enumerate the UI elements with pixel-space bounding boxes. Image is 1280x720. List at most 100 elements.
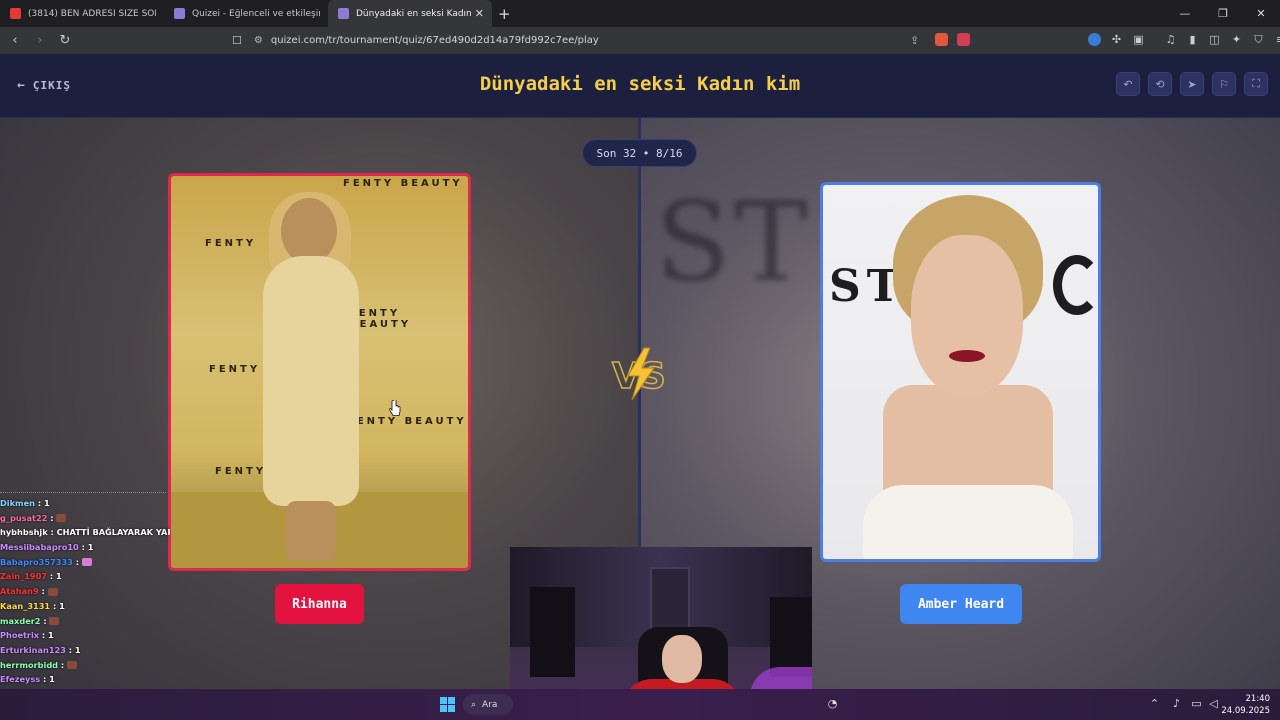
backdrop-text: FENTY BEAUTY (343, 178, 463, 189)
toolbar-extensions: ✣ ▣ ♫ ▮ ◫ ✦ ⛉ ≡ (1088, 33, 1280, 47)
send-icon[interactable]: ➤ (1180, 72, 1204, 96)
chat-text: CHATTİ BAĞLAYARAK YAP (56, 527, 170, 538)
leo-ai-icon[interactable]: ✦ (1230, 33, 1243, 46)
chat-text: 1 (49, 674, 55, 685)
chevron-up-icon[interactable]: ⌃ (1147, 697, 1162, 712)
chat-username: Phoetrix (0, 630, 40, 641)
site-settings-icon[interactable]: ⚙ (254, 35, 263, 46)
hand-cursor-icon (389, 400, 401, 416)
network-icon[interactable]: ▭ (1189, 697, 1204, 712)
chat-username: Kaan_3131 (0, 600, 51, 611)
brave-rewards-icon[interactable] (957, 33, 970, 46)
chat-username: g_pusat22 (0, 512, 48, 523)
backdrop-text: FENTY BEAUTY (349, 308, 412, 330)
chat-colon: : (40, 674, 50, 685)
taskbar-search[interactable]: ⌕ Ara (463, 694, 513, 715)
puzzle-icon[interactable]: ✣ (1110, 33, 1123, 46)
windows-taskbar: ⌕ Ara ◔ ⌃ ♪ ▭ ◁ 21:40 24.09.2025 (0, 689, 1280, 720)
choose-left-button[interactable]: Rihanna (275, 584, 364, 624)
taskbar-app-icon[interactable]: ◔ (825, 697, 840, 712)
chat-colon: : (58, 659, 68, 670)
minimize-icon[interactable]: — (1166, 0, 1204, 27)
chat-message: Messiibabapro10 : 1 (0, 542, 170, 557)
quizei-favicon-icon (338, 8, 349, 19)
chat-username: Efezeyss (0, 674, 41, 685)
chat-message: Babapro357333 : (0, 557, 170, 572)
sidebar-icon[interactable]: ▮ (1186, 33, 1199, 46)
tab-title: Dünyadaki en seksi Kadın kim - Q (356, 8, 471, 19)
tab-quiz-play[interactable]: Dünyadaki en seksi Kadın kim - Q ✕ (328, 0, 492, 27)
close-tab-icon[interactable]: ✕ (475, 7, 484, 20)
chat-message: g_pusat22 : (0, 513, 170, 528)
fullscreen-icon[interactable]: ⛶ (1244, 72, 1268, 96)
quiz-header: ← ÇIKIŞ Dünyadaki en seksi Kadın kim ↶ ⟲… (0, 54, 1280, 118)
volume-icon[interactable]: ◁ (1206, 697, 1221, 712)
chat-message: maxder2 : (0, 616, 170, 631)
tab-youtube[interactable]: (3814) BEN ADRESİ SİZE SORMADIM (0, 0, 164, 27)
backdrop-text: FENTY BEAUTY (347, 416, 467, 427)
chat-text: 1 (55, 571, 62, 582)
chat-colon: : (50, 600, 60, 611)
chat-message: Phoetrix : 1 (0, 630, 170, 645)
forward-icon[interactable]: › (30, 33, 50, 48)
chat-username: Dikmen (0, 498, 35, 508)
chat-colon: : (46, 571, 56, 582)
blurred-backdrop-text: ST (655, 178, 812, 306)
shield-extensions (935, 33, 970, 47)
backdrop-text: FENTY (205, 238, 257, 249)
chat-username: Atahan9 (0, 586, 39, 597)
chat-emote-icon (49, 617, 60, 625)
chat-text: 1 (43, 498, 50, 508)
chat-text: 1 (74, 644, 81, 655)
windows-start-icon[interactable] (440, 697, 455, 712)
music-icon[interactable]: ♫ (1164, 33, 1177, 46)
chat-colon: : (78, 542, 88, 553)
photo-figure (949, 350, 985, 362)
vpn-icon[interactable]: ⛉ (1252, 33, 1265, 46)
photo-figure (263, 256, 359, 506)
flag-icon[interactable]: ⚐ (1212, 72, 1236, 96)
menu-icon[interactable]: ≡ (1274, 33, 1280, 46)
chat-colon: : (65, 644, 75, 655)
browser-tab-bar: (3814) BEN ADRESİ SİZE SORMADIM Quizei -… (0, 0, 1280, 27)
webcam-panel (530, 587, 575, 677)
chat-colon: : (38, 586, 48, 597)
close-window-icon[interactable]: ✕ (1242, 0, 1280, 27)
chat-colon: : (39, 630, 49, 641)
share-icon[interactable]: ⇪ (910, 34, 919, 47)
bookmark-icon[interactable]: ☐ (232, 34, 242, 47)
share-icon[interactable]: ⟲ (1148, 72, 1172, 96)
extension-icon[interactable] (1088, 33, 1101, 46)
address-bar[interactable]: ☐ ⚙ quizei.com/tr/tournament/quiz/67ed49… (232, 30, 952, 51)
contestant-card-right[interactable]: ST (820, 182, 1101, 562)
back-icon[interactable]: ‹ (5, 33, 25, 48)
photo-figure (286, 501, 336, 561)
tab-title: Quizei - Eğlenceli ve etkileşimli quiz (192, 8, 320, 19)
choose-right-button[interactable]: Amber Heard (900, 584, 1022, 624)
chat-colon: : (40, 615, 50, 626)
photo-figure (281, 198, 337, 264)
tab-quizei-home[interactable]: Quizei - Eğlenceli ve etkileşimli quiz (164, 0, 328, 27)
wallet-icon[interactable]: ◫ (1208, 33, 1221, 46)
url-text[interactable]: quizei.com/tr/tournament/quiz/67ed490d2d… (271, 35, 599, 46)
chat-emote-icon (47, 587, 58, 596)
reload-icon[interactable]: ↻ (55, 33, 75, 48)
chat-username: Babapro357333 (0, 556, 73, 567)
taskbar-clock[interactable]: 21:40 24.09.2025 (1221, 693, 1270, 717)
undo-icon[interactable]: ↶ (1116, 72, 1140, 96)
chat-username: herrmorbidd (0, 659, 59, 670)
round-indicator: Son 32 • 8/16 (582, 139, 697, 167)
screenshot-icon[interactable]: ▣ (1132, 33, 1145, 46)
webcam-panel (770, 597, 812, 677)
chat-message: Efezeyss : 1 (0, 674, 170, 689)
chat-username: Erturkinan123 (0, 644, 66, 655)
chat-message: Dikmen : 1 (0, 498, 170, 513)
versus-icon: VS (611, 347, 667, 401)
brave-shield-icon[interactable] (935, 33, 948, 46)
chat-colon: : (47, 512, 57, 523)
new-tab-button[interactable]: + (498, 5, 511, 23)
contestant-card-left[interactable]: FENTY BEAUTY FENTY FENTY BEAUTY FENTY FE… (168, 173, 471, 571)
quiz-title: Dünyadaki en seksi Kadın kim (479, 73, 801, 95)
restore-icon[interactable]: ❐ (1204, 0, 1242, 27)
microphone-icon[interactable]: ♪ (1169, 697, 1184, 712)
